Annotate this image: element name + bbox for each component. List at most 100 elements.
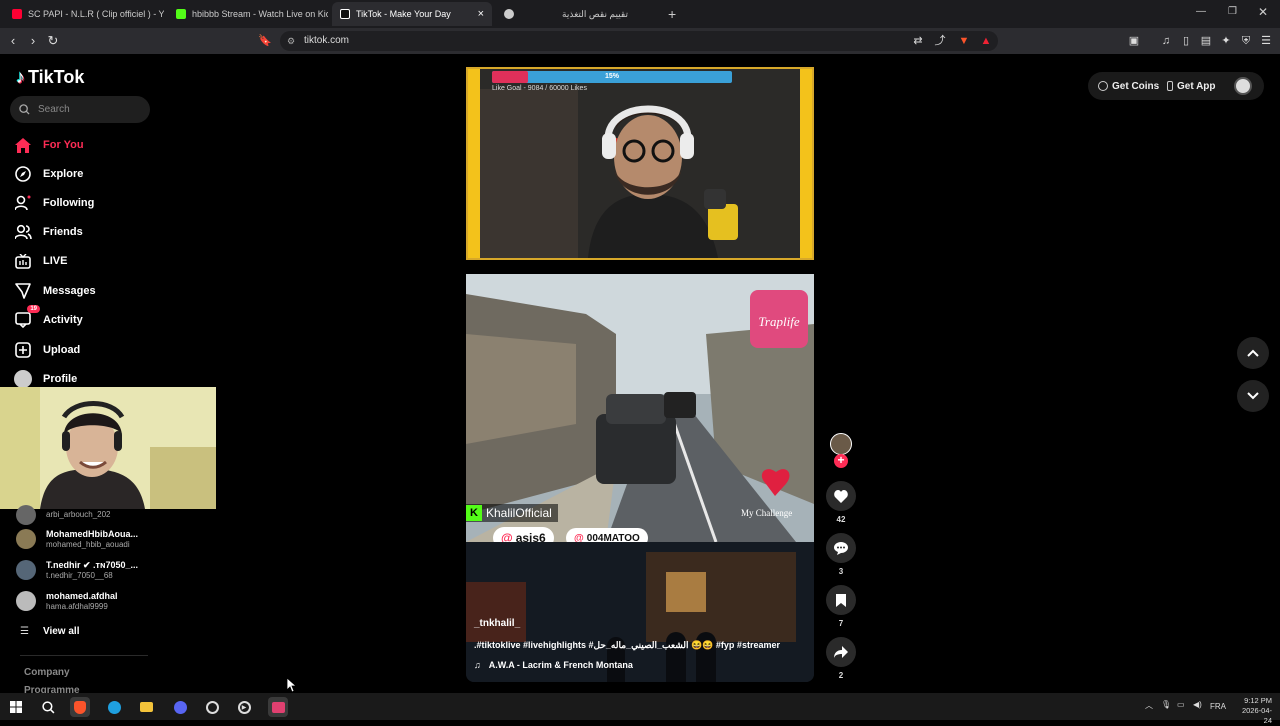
vpn-icon[interactable]: ⛨ xyxy=(1238,33,1254,49)
tiktok-logo[interactable]: ♪ TikTok xyxy=(16,67,84,88)
view-all-label: View all xyxy=(42,625,80,637)
rewards-icon[interactable]: ▲ xyxy=(978,33,994,49)
clock-time: 9:12 PM xyxy=(1244,696,1272,705)
search-input[interactable]: Search xyxy=(10,96,150,123)
screenshot-icon[interactable]: ▣ xyxy=(1126,33,1142,49)
music-icon[interactable]: ♫ xyxy=(1158,33,1174,49)
restore-button[interactable]: ❐ xyxy=(1228,6,1237,17)
share-button[interactable]: 2 xyxy=(826,637,856,680)
clock-date: 2026-04-24 xyxy=(1241,706,1272,725)
get-app-button[interactable]: Get App xyxy=(1167,76,1216,96)
browser-tab[interactable]: تقييم نقص التغذية xyxy=(530,2,660,26)
following-account[interactable]: mohamed.afdhal hama.afdhal9999 xyxy=(16,588,176,614)
photo-app-icon[interactable] xyxy=(268,697,288,717)
user-avatar[interactable] xyxy=(1234,77,1252,95)
kick-icon xyxy=(176,9,186,19)
like-button[interactable]: 42 xyxy=(826,481,856,524)
menu-icon[interactable]: ☰ xyxy=(1258,33,1274,49)
creator-avatar[interactable] xyxy=(830,433,852,455)
nav-following[interactable]: Following xyxy=(14,192,164,214)
traplife-logo: Traplife xyxy=(758,314,799,329)
edge-browser-icon[interactable] xyxy=(104,697,124,717)
bookmark-icon[interactable]: 🔖 xyxy=(256,32,274,50)
video-author[interactable]: _tnkhalil_ xyxy=(474,618,520,629)
nav-live[interactable]: LIVE xyxy=(14,250,164,272)
wallet-icon[interactable]: ▤ xyxy=(1198,33,1214,49)
video-caption: .#tiktoklive #livehighlights #الشعب_الصي… xyxy=(474,640,780,650)
get-coins-label: Get Coins xyxy=(1112,80,1160,92)
get-coins-button[interactable]: Get Coins xyxy=(1098,76,1159,96)
site-info-icon[interactable]: ⚙ xyxy=(287,31,295,51)
nav-label: Profile xyxy=(43,373,78,385)
nav-label: Explore xyxy=(43,168,84,180)
taskbar-search-icon[interactable] xyxy=(38,697,58,717)
nav-label: For You xyxy=(43,139,84,151)
address-bar[interactable]: ⚙ tiktok.com xyxy=(280,31,998,51)
nav-explore[interactable]: Explore xyxy=(14,163,164,185)
nav-activity[interactable]: 19 Activity xyxy=(14,305,164,331)
close-window-button[interactable]: ✕ xyxy=(1258,5,1268,19)
browser-tab-bar: SC PAPI - N.L.R ( Clip officiel ) - YouT… xyxy=(0,0,1280,28)
translate-icon[interactable]: ⇄ xyxy=(910,33,926,49)
tray-overflow-icon[interactable]: ︿ xyxy=(1145,700,1153,711)
nav-for-you[interactable]: For You xyxy=(14,134,164,156)
follow-plus-icon[interactable]: + xyxy=(834,454,848,468)
obs-icon[interactable] xyxy=(202,697,222,717)
profile-icon xyxy=(14,370,32,388)
tab-title: hbibbb Stream - Watch Live on Kick xyxy=(192,9,328,19)
stream-facecam[interactable]: 15% Like Goal - 9084 / 60000 Likes xyxy=(466,67,814,260)
microphone-icon[interactable]: 🎙 xyxy=(1161,700,1171,709)
following-account[interactable]: arbi_arbouch_202 xyxy=(16,502,176,528)
reload-button[interactable]: ↻ xyxy=(44,32,62,50)
nav-label: Friends xyxy=(43,226,83,238)
browser-tab[interactable] xyxy=(496,2,526,26)
share-icon[interactable]: ⤴ xyxy=(932,33,948,49)
nav-label: Upload xyxy=(43,344,81,356)
new-tab-button[interactable]: + xyxy=(660,2,680,26)
sticker-text: My Challenge xyxy=(741,508,793,518)
like-goal-percent: 15% xyxy=(604,73,619,80)
windows-start-icon[interactable] xyxy=(6,697,26,717)
music-info[interactable]: ♫ A.W.A - Lacrim & French Montana xyxy=(474,660,633,670)
following-account[interactable]: MohamedHbibAoua... mohamed_hbib_aouadi xyxy=(16,526,176,552)
avatar xyxy=(16,505,36,525)
sidebar-icon[interactable]: ▯ xyxy=(1178,33,1194,49)
account-name: T.nedhir ✔ .ᴛɴ7050_... xyxy=(46,559,139,570)
browser-tab-active[interactable]: TikTok - Make Your Day × xyxy=(332,2,492,26)
file-explorer-icon[interactable] xyxy=(136,697,156,717)
phone-icon xyxy=(1167,81,1173,91)
next-video-button[interactable] xyxy=(1237,380,1269,412)
network-icon[interactable]: ▭ xyxy=(1177,700,1185,709)
minimize-button[interactable]: — xyxy=(1196,6,1206,17)
browser-tab[interactable]: hbibbb Stream - Watch Live on Kick xyxy=(168,2,328,26)
browser-tab[interactable]: SC PAPI - N.L.R ( Clip officiel ) - YouT… xyxy=(4,2,164,26)
clock[interactable]: 9:12 PM 2026-04-24 xyxy=(1234,696,1272,726)
chevron-up-icon xyxy=(1247,349,1259,357)
upload-icon xyxy=(14,341,32,359)
save-button[interactable]: 7 xyxy=(826,585,856,628)
nav-friends[interactable]: Friends xyxy=(14,221,164,243)
footer-company-link[interactable]: Company xyxy=(24,667,70,678)
discord-icon[interactable] xyxy=(170,697,190,717)
heart-icon xyxy=(826,481,856,511)
following-account[interactable]: T.nedhir ✔ .ᴛɴ7050_... t.nedhir_7050__68 xyxy=(16,557,176,583)
back-button[interactable]: ‹ xyxy=(4,32,22,50)
brave-browser-icon[interactable] xyxy=(70,697,90,717)
user-following-icon xyxy=(14,194,32,212)
view-all-button[interactable]: ☰ View all xyxy=(20,618,180,644)
stream-gameplay[interactable]: Traplife My Challenge K KhalilOfficial xyxy=(466,274,814,542)
previous-video-button[interactable] xyxy=(1237,337,1269,369)
share-arrow-icon xyxy=(826,637,856,667)
site-icon xyxy=(504,9,514,19)
webcam-overlay xyxy=(0,387,216,509)
language-indicator[interactable]: FRA xyxy=(1210,702,1226,711)
media-player-icon[interactable]: ▶ xyxy=(234,697,254,717)
comment-button[interactable]: 3 xyxy=(826,533,856,576)
brave-shield-icon[interactable]: ▼ xyxy=(956,33,972,49)
nav-messages[interactable]: Messages xyxy=(14,280,164,302)
forward-button[interactable]: › xyxy=(24,32,42,50)
close-tab-icon[interactable]: × xyxy=(478,8,484,20)
volume-icon[interactable]: ◀) xyxy=(1193,700,1202,709)
nav-upload[interactable]: Upload xyxy=(14,339,164,361)
leo-ai-icon[interactable]: ✦ xyxy=(1218,33,1234,49)
